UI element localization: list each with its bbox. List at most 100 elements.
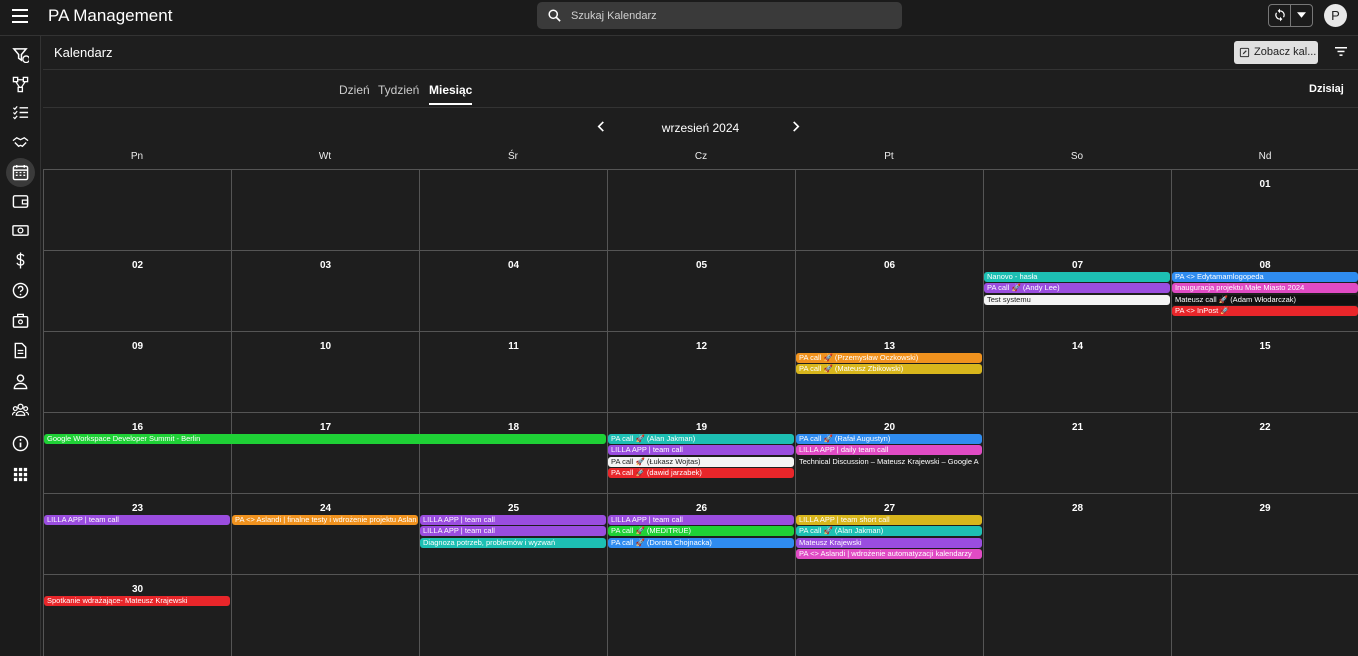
tab-month[interactable]: Miesiąc xyxy=(429,83,473,105)
day-cell[interactable] xyxy=(983,574,1171,656)
calendar-event[interactable]: Mateusz call 🚀 (Adam Włodarczak) xyxy=(1172,294,1358,305)
day-cell[interactable]: 10 xyxy=(231,331,419,412)
day-cell[interactable] xyxy=(419,169,607,250)
search-input[interactable] xyxy=(571,7,891,24)
calendar-event[interactable]: Nanovo - hasła xyxy=(984,272,1170,282)
calendar-event[interactable]: PA call 🚀 (Andy Lee) xyxy=(984,283,1170,294)
sidebar xyxy=(0,36,41,656)
sidebar-item-document[interactable] xyxy=(6,336,35,365)
calendar-event[interactable]: PA call 🚀 (Rafał Augustyn) xyxy=(796,434,982,444)
day-cell[interactable]: 17 xyxy=(231,412,419,493)
sidebar-item-cash[interactable] xyxy=(6,216,35,245)
calendar-event[interactable]: Test systemu xyxy=(984,294,1170,305)
day-cell[interactable] xyxy=(43,169,231,250)
day-cell[interactable]: 21 xyxy=(983,412,1171,493)
day-cell[interactable] xyxy=(419,574,607,656)
day-cell[interactable]: 16 xyxy=(43,412,231,493)
day-cell[interactable]: 11 xyxy=(419,331,607,412)
calendar-event[interactable]: PA call 🚀 (Alan Jakman) xyxy=(608,434,794,444)
day-cell[interactable]: 02 xyxy=(43,250,231,331)
sync-dropdown-button[interactable] xyxy=(1291,5,1313,26)
sidebar-item-help[interactable] xyxy=(6,276,35,305)
day-cell[interactable] xyxy=(231,169,419,250)
calendar-event[interactable]: LILLA APP | team call xyxy=(420,526,606,537)
calendar-event[interactable]: PA <> InPost 🚀 xyxy=(1172,305,1358,316)
calendar-event[interactable]: LILLA APP | team call xyxy=(420,515,606,525)
day-cell[interactable]: 06 xyxy=(795,250,983,331)
chevron-left-icon[interactable] xyxy=(597,121,605,132)
sidebar-item-group[interactable] xyxy=(6,396,35,425)
sidebar-item-handshake[interactable] xyxy=(6,128,35,157)
day-cell[interactable]: 24 xyxy=(231,493,419,574)
day-cell[interactable]: 04 xyxy=(419,250,607,331)
calendar-event[interactable]: PA call 🚀 (MEDITRUE) xyxy=(608,526,794,537)
calendar-event[interactable]: PA call 🚀 (Przemysław Oczkowski) xyxy=(796,353,982,363)
calendar-event[interactable]: PA call 🚀 (Alan Jakman) xyxy=(796,526,982,537)
day-cell[interactable]: 22 xyxy=(1171,412,1358,493)
day-cell[interactable]: 05 xyxy=(607,250,795,331)
sidebar-item-person[interactable] xyxy=(6,367,35,396)
day-cell[interactable] xyxy=(1171,574,1358,656)
filter-icon[interactable] xyxy=(1335,47,1347,56)
help-icon xyxy=(12,282,29,299)
calendar-event[interactable]: PA call 🚀 (Dorota Chojnacka) xyxy=(608,537,794,548)
day-number: 15 xyxy=(1259,341,1271,352)
sidebar-item-info[interactable] xyxy=(6,429,35,458)
day-cell[interactable]: 28 xyxy=(983,493,1171,574)
day-number: 06 xyxy=(883,260,896,271)
calendar-event[interactable]: LILLA APP | team short call xyxy=(796,515,982,525)
today-button[interactable]: Dzisiaj xyxy=(1309,83,1344,95)
day-cell[interactable]: 29 xyxy=(1171,493,1358,574)
sidebar-item-calendar[interactable] xyxy=(6,158,35,187)
sidebar-item-checklist[interactable] xyxy=(6,98,35,127)
day-cell[interactable] xyxy=(607,574,795,656)
day-cell[interactable] xyxy=(983,169,1171,250)
calendar-event[interactable]: Technical Discussion – Mateusz Krajewski… xyxy=(796,457,982,467)
day-number: 14 xyxy=(1071,341,1084,352)
sidebar-item-toolbox[interactable] xyxy=(6,306,35,335)
sidebar-item-apps[interactable] xyxy=(6,460,35,489)
day-cell[interactable]: 15 xyxy=(1171,331,1358,412)
day-cell[interactable]: 03 xyxy=(231,250,419,331)
day-cell[interactable]: 12 xyxy=(607,331,795,412)
info-icon xyxy=(12,435,29,452)
day-cell[interactable] xyxy=(607,169,795,250)
calendar-event[interactable]: PA <> Edytamamlogopeda xyxy=(1172,272,1358,282)
menu-icon[interactable] xyxy=(12,9,28,23)
day-cell[interactable]: 09 xyxy=(43,331,231,412)
calendar-event[interactable]: LILLA APP | team call xyxy=(44,515,230,525)
chevron-right-icon[interactable] xyxy=(792,121,800,132)
view-calendar-button[interactable]: Zobacz kal... xyxy=(1234,41,1318,64)
search-bar[interactable] xyxy=(537,2,902,29)
calendar-event[interactable]: PA call 🚀 (Łukasz Wojtas) xyxy=(608,456,794,467)
day-cell[interactable] xyxy=(231,574,419,656)
day-cell[interactable]: 14 xyxy=(983,331,1171,412)
day-cell[interactable] xyxy=(795,574,983,656)
sidebar-item-wallet[interactable] xyxy=(6,187,35,216)
day-number: 30 xyxy=(131,584,144,595)
calendar-event[interactable]: LILLA APP | team call xyxy=(608,515,794,525)
day-cell[interactable]: 30 xyxy=(43,574,231,656)
day-cell[interactable]: 18 xyxy=(419,412,607,493)
calendar-event[interactable]: PA call 🚀 (dawid jarzabek) xyxy=(608,467,794,478)
day-cell[interactable]: 23 xyxy=(43,493,231,574)
tab-week[interactable]: Tydzień xyxy=(378,83,419,97)
sidebar-item-dollar[interactable] xyxy=(6,246,35,275)
calendar-event[interactable]: PA <> Aslandi | finalne testy i wdrożeni… xyxy=(232,515,418,525)
calendar-event[interactable]: PA call 🚀 (Mateusz Zbikowski) xyxy=(796,364,982,375)
calendar-event[interactable]: LILLA APP | daily team call xyxy=(796,445,982,456)
sidebar-item-workflow[interactable] xyxy=(6,70,35,99)
sync-button[interactable] xyxy=(1269,5,1291,26)
calendar-event[interactable]: Diagnoza potrzeb, problemów i wyzwań xyxy=(420,537,606,548)
day-cell[interactable] xyxy=(795,169,983,250)
tab-day[interactable]: Dzień xyxy=(339,83,370,97)
sidebar-item-filter-dollar[interactable] xyxy=(6,40,35,69)
day-cell[interactable]: 01 xyxy=(1171,169,1358,250)
calendar-event[interactable]: Mateusz Krajewski xyxy=(796,537,982,548)
calendar-event[interactable]: LILLA APP | team call xyxy=(608,445,794,456)
calendar-event[interactable]: Inauguracja projektu Małe Miasto 2024 xyxy=(1172,283,1358,294)
calendar-event[interactable]: Spotkanie wdrażające- Mateusz Krajewski xyxy=(44,596,230,606)
calendar-event[interactable]: Google Workspace Developer Summit - Berl… xyxy=(44,434,606,444)
avatar[interactable]: P xyxy=(1324,4,1347,27)
calendar-event[interactable]: PA <> Aslandi | wdrożenie automatyzacji … xyxy=(796,548,982,559)
